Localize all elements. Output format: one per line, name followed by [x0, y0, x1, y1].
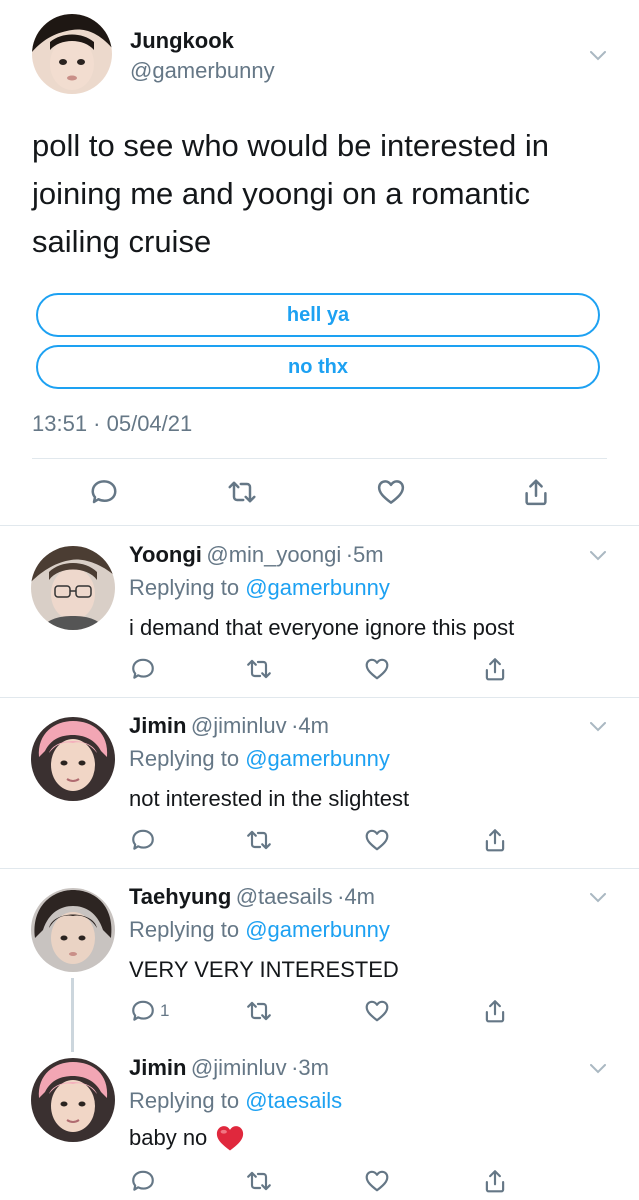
replying-to: Replying to @gamerbunny: [129, 917, 390, 943]
avatar-jungkook[interactable]: [32, 14, 112, 94]
share-button[interactable]: [483, 1168, 507, 1194]
replying-label: Replying to: [129, 917, 246, 942]
chevron-down-icon[interactable]: [590, 51, 606, 61]
heart-icon: [365, 1170, 389, 1192]
like-button[interactable]: [363, 827, 391, 853]
reply-button[interactable]: 1: [130, 998, 169, 1024]
poll-option-no-thx[interactable]: no thx: [36, 345, 600, 389]
share-button[interactable]: [522, 477, 550, 507]
share-button[interactable]: [483, 827, 507, 853]
speech-bubble-icon: [132, 1170, 154, 1191]
divider: [0, 697, 639, 698]
divider: [0, 525, 639, 526]
author-handle[interactable]: @jiminluv: [191, 713, 287, 738]
red-heart-emoji: [217, 1126, 244, 1151]
thread-line: [71, 978, 74, 1052]
speech-bubble-icon: [132, 829, 154, 850]
share-upload-icon: [525, 479, 547, 506]
chevron-down-icon[interactable]: [590, 722, 606, 732]
replying-label: Replying to: [129, 746, 246, 771]
replying-to: Replying to @taesails: [129, 1088, 342, 1114]
chevron-down-icon[interactable]: [590, 1064, 606, 1074]
author-name[interactable]: Taehyung: [129, 884, 231, 909]
tweet-text: i demand that everyone ignore this post: [129, 615, 515, 640]
speech-bubble-icon: [91, 480, 117, 504]
author-name[interactable]: Jimin: [129, 713, 186, 738]
tweet-text-row: baby no: [129, 1124, 245, 1152]
replying-to: Replying to @gamerbunny: [129, 575, 390, 601]
mention-link[interactable]: @gamerbunny: [245, 917, 390, 942]
mention-link[interactable]: @taesails: [245, 1088, 342, 1113]
chevron-down-icon[interactable]: [590, 893, 606, 903]
retweet-button[interactable]: [245, 998, 273, 1024]
like-button[interactable]: [363, 1168, 391, 1194]
poll-option-hell-ya[interactable]: hell ya: [36, 293, 600, 337]
tweet-time: 4m: [298, 713, 329, 738]
share-upload-icon: [485, 658, 505, 681]
tweet-time: 5m: [353, 542, 384, 567]
heart-icon: [365, 658, 389, 680]
reply-header: Jimin @jiminluv ·4m: [129, 713, 329, 739]
author-name[interactable]: Yoongi: [129, 542, 202, 567]
share-button[interactable]: [483, 656, 507, 682]
mention-link[interactable]: @gamerbunny: [245, 575, 390, 600]
retweet-button[interactable]: [245, 827, 273, 853]
reply-button[interactable]: [130, 1168, 160, 1194]
reply-header: Yoongi @min_yoongi ·5m: [129, 542, 384, 568]
tweet-timestamp: 13:51 · 05/04/21: [32, 411, 193, 436]
reply-header: Taehyung @taesails ·4m: [129, 884, 375, 910]
share-upload-icon: [485, 829, 505, 852]
speech-bubble-icon: [132, 658, 154, 679]
reply-header: Jimin @jiminluv ·3m: [129, 1055, 329, 1081]
share-upload-icon: [485, 1000, 505, 1023]
author-name[interactable]: Jungkook: [130, 28, 234, 54]
divider: [32, 458, 607, 459]
tweet-text: not interested in the slightest: [129, 786, 410, 811]
retweet-arrows-icon: [247, 659, 271, 679]
mention-link[interactable]: @gamerbunny: [245, 746, 390, 771]
avatar-yoongi[interactable]: [31, 546, 115, 630]
like-button[interactable]: [363, 656, 391, 682]
avatar-taehyung[interactable]: [31, 888, 115, 972]
avatar-jimin[interactable]: [31, 717, 115, 801]
retweet-arrows-icon: [247, 830, 271, 850]
retweet-button[interactable]: [245, 656, 273, 682]
reply-button[interactable]: [130, 827, 160, 853]
replying-label: Replying to: [129, 575, 246, 600]
tweet-text: poll to see who would be interested in j…: [32, 128, 549, 259]
author-handle[interactable]: @taesails: [236, 884, 333, 909]
share-button[interactable]: [483, 998, 507, 1024]
retweet-arrows-icon: [228, 481, 256, 503]
like-button[interactable]: [363, 998, 391, 1024]
replying-to: Replying to @gamerbunny: [129, 746, 390, 772]
like-button[interactable]: [375, 477, 407, 507]
heart-icon: [377, 480, 405, 504]
reply-button[interactable]: [130, 656, 160, 682]
author-handle[interactable]: @jiminluv: [191, 1055, 287, 1080]
author-handle[interactable]: @gamerbunny: [130, 58, 275, 84]
replying-label: Replying to: [129, 1088, 246, 1113]
chevron-down-icon[interactable]: [590, 551, 606, 561]
author-handle[interactable]: @min_yoongi: [206, 542, 341, 567]
avatar-jimin[interactable]: [31, 1058, 115, 1142]
author-name[interactable]: Jimin: [129, 1055, 186, 1080]
divider: [0, 868, 639, 869]
tweet-text: VERY VERY INTERESTED: [129, 957, 399, 982]
retweet-button[interactable]: [245, 1168, 273, 1194]
reply-button[interactable]: [89, 477, 119, 507]
heart-icon: [365, 829, 389, 851]
heart-icon: [365, 1000, 389, 1022]
retweet-arrows-icon: [247, 1171, 271, 1191]
tweet-time: 4m: [344, 884, 375, 909]
separator: ·: [345, 542, 354, 567]
retweet-button[interactable]: [226, 477, 258, 507]
reply-count: 1: [160, 1001, 170, 1020]
share-upload-icon: [485, 1170, 505, 1193]
tweet-text: baby no: [129, 1125, 208, 1150]
tweet-time: 3m: [298, 1055, 329, 1080]
speech-bubble-icon: [132, 1000, 154, 1021]
retweet-arrows-icon: [247, 1001, 271, 1021]
